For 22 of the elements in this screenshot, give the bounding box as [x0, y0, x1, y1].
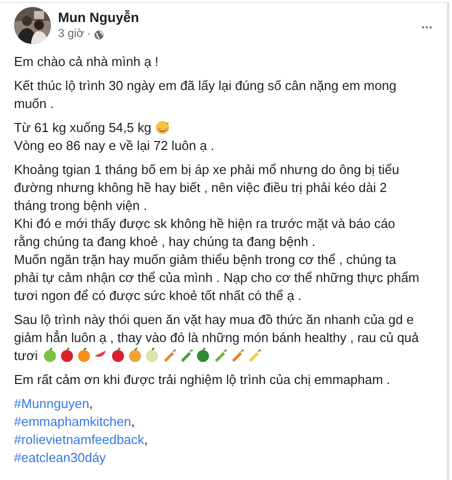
comma: , [89, 396, 93, 411]
post-text: Em chào cả nhà mình ạ ! [14, 53, 160, 71]
post-text: Khi đó e mới thấy được sk không hề hiện ra trước mặt và báo cáo rằng chúng ta đang khoẻ , hay chúng ta đang bệnh . [14, 215, 396, 251]
more-options-button[interactable]: ••• [422, 19, 433, 37]
post-text: Kết thúc lộ trình 30 ngày em đã lấy lại đúng số cân nặng em mong muốn . [14, 77, 398, 113]
author-name[interactable]: Mun Nguyễn [58, 9, 139, 27]
separator: · [87, 27, 91, 42]
post-time[interactable]: 3 giờ [58, 27, 84, 42]
hashtag-link[interactable]: #Munnguyen [14, 396, 90, 411]
smiling-face-icon [155, 120, 170, 135]
hashtag-link[interactable]: #rolievietnamfeedback [14, 432, 144, 447]
post-text: Sau lộ trình này thói quen ăn vặt hay mua đồ thức ăn nhanh của gd e giảm hẳn luôn ạ , thay vào đó là những món bánh healthy , rau củ quả tươi [14, 311, 420, 365]
post-text: Em rất cảm ơn khi được trải nghiệm lộ trình của chị emmapham . [14, 371, 392, 389]
post-text: Muốn ngăn trặn hay muốn giảm thiểu bệnh trong cơ thể , chúng ta phải tự cảm nhận cơ thể của mình . Nạp cho cơ thể những thực phẩm tươi ngon để có được sức khoẻ tốt nhất có thể ạ . [14, 251, 420, 305]
globe-icon [94, 30, 104, 40]
comma: , [144, 432, 148, 447]
post-text: Khoảng tgian 1 tháng bố em bị áp xe phải mổ nhưng do ông bị tiểu đường nhưng không hề hay biết , nên việc điều trị phải kéo dài 2 tháng trong bệnh viện . [14, 161, 400, 215]
post-text: Vòng eo 86 nay e về lại 72 luôn ạ . [14, 137, 216, 155]
hashtag-link[interactable]: #eatclean30dáy [14, 450, 106, 465]
comma: , [131, 414, 135, 429]
post-text: Từ 61 kg xuống 54,5 kg [14, 119, 421, 137]
hashtag-link[interactable]: #emmaphamkitchen [14, 414, 132, 429]
